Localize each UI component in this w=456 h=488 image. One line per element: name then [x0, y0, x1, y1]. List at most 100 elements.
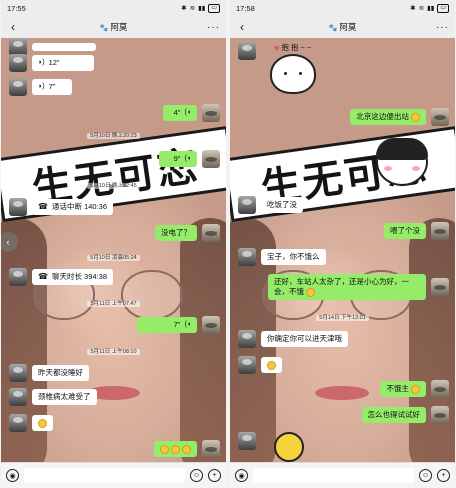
emoji-icon: [306, 287, 316, 297]
message-text: 不饿主: [386, 384, 409, 393]
message-bubble[interactable]: [32, 43, 96, 51]
message-row: 昨天都没睡好: [9, 364, 89, 382]
contact-avatar[interactable]: [238, 248, 256, 266]
message-row: 喂了个没: [384, 222, 449, 240]
text-message[interactable]: 颈椎病太难受了: [32, 389, 97, 405]
text-message[interactable]: 怎么也得试试好: [361, 407, 426, 423]
emoji-icon: [411, 384, 420, 394]
voice-message[interactable]: ◗) 7": [32, 79, 72, 95]
voice-input-icon[interactable]: ◉: [6, 469, 19, 482]
more-icon[interactable]: ···: [436, 22, 449, 33]
my-avatar[interactable]: [202, 104, 220, 122]
voice-message[interactable]: 9" (◖: [159, 151, 197, 167]
emoji-icon: [411, 112, 420, 122]
message-row: 4" (◖: [163, 104, 220, 122]
my-avatar[interactable]: [202, 316, 220, 334]
timestamp-text: 5月14日 下午13:01: [316, 315, 369, 321]
plus-icon[interactable]: +: [208, 469, 221, 482]
message-row: 吃饭了没: [238, 196, 303, 214]
text-message[interactable]: 吃饭了没: [261, 197, 303, 213]
contact-avatar[interactable]: [238, 196, 256, 214]
call-message[interactable]: ☎ 聊天时长 394:38: [32, 269, 113, 285]
emoji-picker-icon[interactable]: ☺: [190, 469, 203, 482]
text-message[interactable]: 不饿主: [380, 381, 426, 397]
message-row: 9" (◖: [159, 150, 220, 168]
message-row: [153, 440, 220, 458]
my-avatar[interactable]: [431, 222, 449, 240]
voice-wave-icon: (◖: [184, 109, 191, 116]
message-input[interactable]: [253, 468, 414, 483]
call-text: 通话中断 140:36: [51, 202, 107, 211]
signal-icon: ▮▮: [427, 5, 435, 12]
contact-avatar[interactable]: [9, 78, 27, 96]
contact-avatar[interactable]: [9, 268, 27, 286]
text-message[interactable]: 没电了？: [155, 225, 197, 241]
text-message[interactable]: 还好，车站人太杂了，还是小心为好，一会，不饿: [268, 274, 426, 300]
chat-title-text: 阿莫: [339, 22, 357, 32]
voice-duration: 4": [173, 108, 181, 117]
battery-icon: ▭: [208, 3, 220, 13]
input-bar: ◉ ☺ +: [230, 462, 455, 488]
bun-sticker[interactable]: [270, 54, 316, 94]
more-icon[interactable]: ···: [207, 22, 220, 33]
text-message[interactable]: 喂了个没: [384, 223, 426, 239]
chat-header: ‹ 🐾 阿莫 ···: [230, 16, 455, 38]
message-row: 不饿主: [380, 380, 449, 398]
plus-icon[interactable]: +: [437, 469, 450, 482]
voice-wave-icon: ◗): [38, 83, 45, 90]
voice-message[interactable]: 7" (◖: [137, 317, 197, 333]
status-bar: 17:55 ✱ ≋ ▮▮ ▭: [1, 0, 226, 16]
contact-avatar[interactable]: [238, 42, 256, 60]
heart-icon: ♥: [274, 42, 280, 53]
timestamp: 5月10日 凌晨05:24: [1, 252, 226, 261]
voice-message[interactable]: 4" (◖: [163, 105, 197, 121]
ghost-sticker[interactable]: [274, 432, 304, 462]
contact-avatar[interactable]: [238, 330, 256, 348]
emoji-icon: [159, 444, 169, 454]
my-avatar[interactable]: [202, 150, 220, 168]
emoji-message[interactable]: [32, 415, 53, 431]
contact-avatar[interactable]: [238, 432, 256, 450]
my-avatar[interactable]: [202, 440, 220, 458]
chat-header: ‹ 🐾 阿莫 ···: [1, 16, 226, 38]
my-avatar[interactable]: [431, 108, 449, 126]
contact-avatar[interactable]: [238, 356, 256, 374]
wifi-icon: ≋: [189, 5, 196, 12]
battery-icon: ▭: [437, 3, 449, 13]
emoji-picker-icon[interactable]: ☺: [419, 469, 432, 482]
emoji-icon: [182, 444, 191, 454]
voice-duration: 7": [48, 82, 56, 91]
voice-duration: 9": [173, 154, 181, 163]
text-message[interactable]: 宝子，你不饿么: [261, 249, 326, 265]
my-avatar[interactable]: [431, 278, 449, 296]
message-row: ◗) 7": [9, 78, 72, 96]
status-icons: ✱ ≋ ▮▮ ▭: [410, 3, 449, 13]
contact-avatar[interactable]: [9, 414, 27, 432]
contact-avatar[interactable]: [9, 364, 27, 382]
contact-avatar[interactable]: [9, 388, 27, 406]
status-icons: ✱ ≋ ▮▮ ▭: [181, 3, 220, 13]
chat-title: 🐾 阿莫: [1, 21, 226, 33]
timestamp: 5月14日 下午13:01: [230, 312, 455, 321]
text-message[interactable]: 昨天都没睡好: [32, 365, 89, 381]
timestamp: 5月11日 上午08:10: [1, 346, 226, 355]
call-message[interactable]: ☎ 通话中断 140:36: [32, 199, 113, 215]
girl-sticker[interactable]: [376, 138, 428, 186]
emoji-message[interactable]: [153, 441, 197, 457]
paw-icon: 🐾: [328, 25, 338, 32]
paw-icon: 🐾: [99, 25, 109, 32]
timestamp-text: 5月11日 上午07:47: [87, 301, 140, 307]
emoji-message[interactable]: [261, 357, 282, 373]
text-message[interactable]: 你确定你可以进天津哦: [261, 331, 348, 347]
my-avatar[interactable]: [202, 224, 220, 242]
contact-avatar[interactable]: [9, 54, 27, 72]
text-message[interactable]: 北京这边便出站: [350, 109, 426, 125]
status-time: 17:55: [7, 3, 26, 13]
my-avatar[interactable]: [431, 380, 449, 398]
my-avatar[interactable]: [431, 406, 449, 424]
voice-message[interactable]: ◗) 12": [32, 55, 94, 71]
message-input[interactable]: [24, 468, 185, 483]
contact-avatar[interactable]: [9, 198, 27, 216]
timestamp: 5月10日 晚上22:45: [1, 180, 226, 189]
voice-input-icon[interactable]: ◉: [235, 469, 248, 482]
